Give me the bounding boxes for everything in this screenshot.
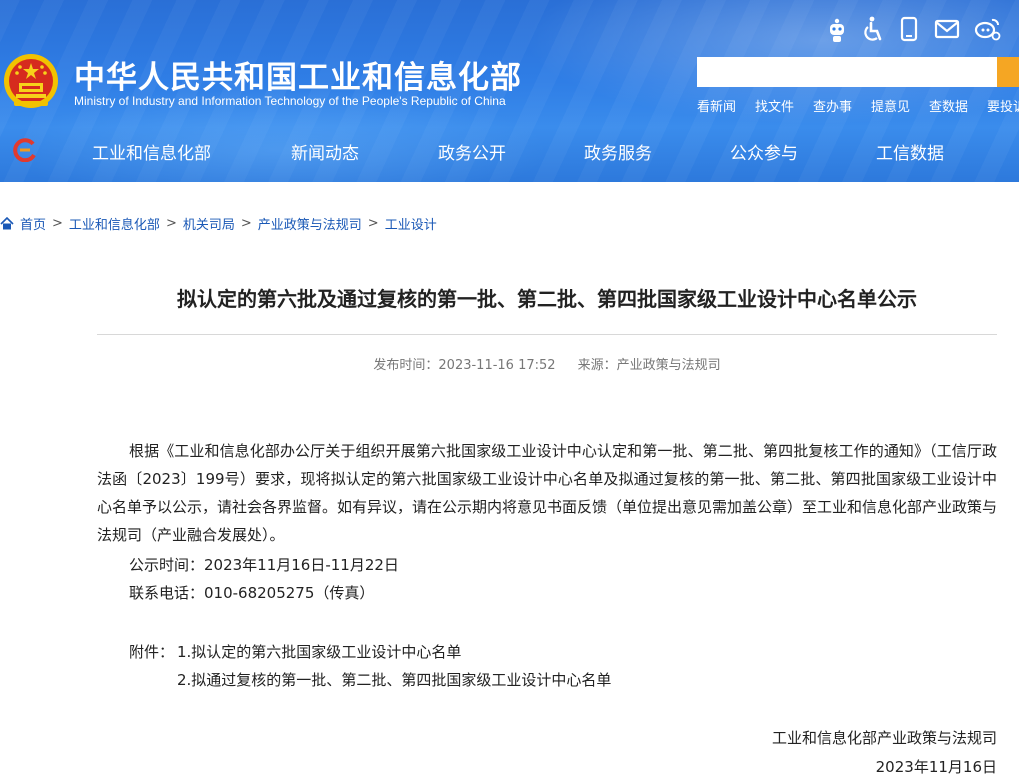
breadcrumb-policy-dept[interactable]: 产业政策与法规司 — [258, 218, 362, 233]
title-divider — [97, 334, 997, 335]
contact-phone: 联系电话：010-68205275（传真） — [129, 584, 375, 602]
nav-government-services[interactable]: 政务服务 — [584, 139, 652, 164]
site-subtitle: Ministry of Industry and Information Tec… — [74, 94, 506, 108]
weibo-wechat-icon[interactable] — [972, 14, 1002, 44]
quick-link-data[interactable]: 查数据 — [929, 96, 968, 115]
notice-period: 公示时间：2023年11月16日-11月22日 — [129, 556, 399, 574]
breadcrumb-separator: > — [165, 216, 177, 231]
search-input[interactable] — [697, 57, 997, 87]
publish-time: 2023-11-16 17:52 — [438, 358, 556, 373]
article-meta: 发布时间：2023-11-16 17:52 来源：产业政策与法规司 — [97, 354, 997, 373]
breadcrumb-industrial-design[interactable]: 工业设计 — [385, 218, 437, 233]
source-label: 来源： — [577, 358, 617, 373]
nav-data[interactable]: 工信数据 — [876, 139, 944, 164]
site-header: 中华人民共和国工业和信息化部 Ministry of Industry and … — [0, 0, 1019, 182]
nav-public-participation[interactable]: 公众参与 — [730, 139, 798, 164]
breadcrumb-home[interactable]: 首页 — [20, 218, 46, 233]
attachment-link-2[interactable]: 2.拟通过复核的第一批、第二批、第四批国家级工业设计中心名单 — [177, 669, 611, 690]
mobile-icon[interactable] — [894, 14, 924, 44]
home-icon — [0, 217, 14, 230]
signature: 工业和信息化部产业政策与法规司 — [771, 729, 997, 747]
source-value: 产业政策与法规司 — [616, 358, 721, 373]
quick-link-feedback[interactable]: 提意见 — [871, 96, 910, 115]
nav-miit[interactable]: 工业和信息化部 — [92, 139, 211, 164]
national-emblem-icon — [4, 54, 58, 108]
attachments-label: 附件： — [129, 643, 175, 661]
quick-link-services[interactable]: 查办事 — [813, 96, 852, 115]
mail-icon[interactable] — [932, 14, 962, 44]
miit-logo-icon — [13, 138, 36, 162]
publish-label: 发布时间： — [373, 358, 439, 373]
signature-date: 2023年11月16日 — [875, 758, 997, 776]
article-body: 根据《工业和信息化部办公厅关于组织开展第六批国家级工业设计中心认定和第一批、第二… — [97, 442, 998, 544]
quick-link-files[interactable]: 找文件 — [755, 96, 794, 115]
accessibility-icon[interactable] — [858, 14, 888, 44]
breadcrumb-miit[interactable]: 工业和信息化部 — [69, 218, 160, 233]
quick-link-news[interactable]: 看新闻 — [697, 96, 736, 115]
search-button[interactable] — [997, 57, 1019, 87]
article-title: 拟认定的第六批及通过复核的第一批、第二批、第四批国家级工业设计中心名单公示 — [177, 287, 917, 311]
breadcrumb-separator: > — [240, 216, 252, 231]
robot-icon[interactable] — [822, 14, 852, 44]
site-title: 中华人民共和国工业和信息化部 — [74, 60, 522, 96]
nav-news[interactable]: 新闻动态 — [291, 139, 359, 164]
attachment-link-1[interactable]: 1.拟认定的第六批国家级工业设计中心名单 — [177, 641, 461, 662]
quick-link-complaint[interactable]: 要投诉 — [987, 96, 1019, 115]
breadcrumb-departments[interactable]: 机关司局 — [183, 218, 235, 233]
breadcrumb-separator: > — [367, 216, 379, 231]
nav-government-affairs[interactable]: 政务公开 — [438, 139, 506, 164]
breadcrumb: 首页 > 工业和信息化部 > 机关司局 > 产业政策与法规司 > 工业设计 — [0, 214, 437, 233]
breadcrumb-separator: > — [52, 216, 63, 231]
